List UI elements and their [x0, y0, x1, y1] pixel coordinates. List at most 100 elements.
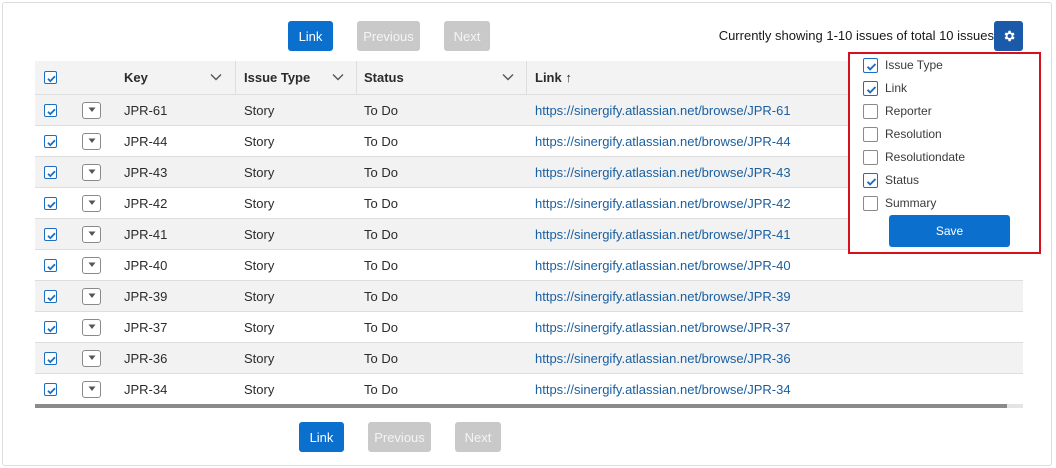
- column-header-label: Key: [124, 70, 148, 85]
- issue-link[interactable]: https://sinergify.atlassian.net/browse/J…: [535, 188, 791, 218]
- checkbox-icon[interactable]: [863, 126, 878, 142]
- table-row[interactable]: JPR-39 Story To Do https://sinergify.atlass…: [35, 281, 1023, 312]
- issue-link[interactable]: https://sinergify.atlassian.net/browse/J…: [535, 312, 791, 342]
- row-checkbox[interactable]: [44, 157, 57, 187]
- column-header-status[interactable]: Status: [364, 61, 526, 94]
- horizontal-scrollbar[interactable]: [35, 404, 1007, 408]
- column-settings-button[interactable]: [994, 21, 1023, 51]
- caret-down-icon: [88, 107, 95, 112]
- checkbox-icon[interactable]: [863, 80, 878, 96]
- row-actions-button[interactable]: [82, 188, 101, 218]
- issue-status: To Do: [364, 133, 398, 149]
- column-option-label: Reporter: [885, 104, 932, 118]
- issue-link[interactable]: https://sinergify.atlassian.net/browse/J…: [535, 281, 791, 311]
- issue-type: Story: [244, 350, 275, 366]
- row-actions-button[interactable]: [82, 250, 101, 280]
- issue-key: JPR-37: [124, 319, 168, 335]
- checkbox-icon: [44, 196, 57, 210]
- chevron-down-icon[interactable]: [332, 72, 344, 82]
- table-row[interactable]: JPR-34 Story To Do https://sinergify.atlass…: [35, 374, 1023, 405]
- row-actions-button[interactable]: [82, 281, 101, 311]
- issue-link[interactable]: https://sinergify.atlassian.net/browse/J…: [535, 95, 791, 125]
- column-divider: [526, 61, 527, 94]
- row-checkbox[interactable]: [44, 312, 57, 342]
- issue-type: Story: [244, 102, 275, 118]
- issue-link[interactable]: https://sinergify.atlassian.net/browse/J…: [535, 157, 791, 187]
- checkbox-icon[interactable]: [863, 57, 878, 73]
- table-row[interactable]: JPR-37 Story To Do https://sinergify.atlass…: [35, 312, 1023, 343]
- issue-type: Story: [244, 195, 275, 211]
- caret-down-icon: [88, 169, 95, 174]
- link-button-bottom[interactable]: Link: [299, 422, 344, 452]
- row-actions-button[interactable]: [82, 219, 101, 249]
- issue-key: JPR-44: [124, 133, 168, 149]
- issue-status: To Do: [364, 226, 398, 242]
- column-option[interactable]: Status: [863, 170, 919, 190]
- issue-status: To Do: [364, 319, 398, 335]
- row-checkbox[interactable]: [44, 188, 57, 218]
- row-checkbox[interactable]: [44, 250, 57, 280]
- checkbox-icon: [44, 71, 57, 84]
- next-button-bottom[interactable]: Next: [455, 422, 501, 452]
- chevron-down-icon[interactable]: [210, 72, 222, 82]
- issue-status: To Do: [364, 102, 398, 118]
- row-actions-button[interactable]: [82, 312, 101, 342]
- issue-type: Story: [244, 288, 275, 304]
- caret-down-icon: [88, 293, 95, 298]
- checkbox-icon: [44, 382, 57, 396]
- row-checkbox[interactable]: [44, 281, 57, 311]
- results-count-text: Currently showing 1-10 issues of total 1…: [718, 28, 994, 43]
- row-checkbox[interactable]: [44, 95, 57, 125]
- column-option[interactable]: Issue Type: [863, 55, 943, 75]
- checkbox-icon[interactable]: [863, 172, 878, 188]
- row-checkbox[interactable]: [44, 219, 57, 249]
- issue-type: Story: [244, 319, 275, 335]
- row-actions-button[interactable]: [82, 95, 101, 125]
- column-option-label: Link: [885, 81, 908, 95]
- column-option-label: Resolution: [885, 127, 942, 141]
- row-checkbox[interactable]: [44, 126, 57, 156]
- column-header-link[interactable]: Link ↑: [535, 61, 835, 94]
- row-checkbox[interactable]: [44, 374, 57, 404]
- chevron-down-icon[interactable]: [502, 72, 514, 82]
- link-button-top[interactable]: Link: [288, 21, 333, 51]
- column-option[interactable]: Summary: [863, 193, 936, 213]
- previous-button-top[interactable]: Previous: [357, 21, 420, 51]
- row-actions-button[interactable]: [82, 374, 101, 404]
- row-checkbox[interactable]: [44, 343, 57, 373]
- issue-link[interactable]: https://sinergify.atlassian.net/browse/J…: [535, 374, 791, 404]
- column-option[interactable]: Resolution: [863, 124, 942, 144]
- issue-type: Story: [244, 257, 275, 273]
- save-button[interactable]: Save: [889, 215, 1010, 247]
- row-actions-button[interactable]: [82, 343, 101, 373]
- table-row[interactable]: JPR-36 Story To Do https://sinergify.atlass…: [35, 343, 1023, 374]
- column-option[interactable]: Resolutiondate: [863, 147, 965, 167]
- row-actions-button[interactable]: [82, 126, 101, 156]
- caret-down-icon: [88, 231, 95, 236]
- caret-down-icon: [88, 200, 95, 205]
- issue-link[interactable]: https://sinergify.atlassian.net/browse/J…: [535, 250, 791, 280]
- checkbox-icon: [44, 258, 57, 272]
- column-header-key[interactable]: Key: [124, 61, 234, 94]
- checkbox-icon[interactable]: [863, 103, 878, 119]
- issue-key: JPR-43: [124, 164, 168, 180]
- select-all-checkbox[interactable]: [44, 61, 57, 94]
- checkbox-icon[interactable]: [863, 149, 878, 165]
- table-row[interactable]: JPR-40 Story To Do https://sinergify.atlass…: [35, 250, 1023, 281]
- column-option[interactable]: Link: [863, 78, 907, 98]
- scrollbar-track: [1007, 404, 1023, 408]
- previous-button-bottom[interactable]: Previous: [368, 422, 431, 452]
- row-actions-button[interactable]: [82, 157, 101, 187]
- column-header-issue-type[interactable]: Issue Type: [244, 61, 356, 94]
- issue-status: To Do: [364, 195, 398, 211]
- issue-link[interactable]: https://sinergify.atlassian.net/browse/J…: [535, 126, 791, 156]
- caret-down-icon: [88, 138, 95, 143]
- issue-type: Story: [244, 226, 275, 242]
- checkbox-icon[interactable]: [863, 195, 878, 211]
- issue-type: Story: [244, 164, 275, 180]
- column-option[interactable]: Reporter: [863, 101, 932, 121]
- caret-down-icon: [88, 386, 95, 391]
- issue-link[interactable]: https://sinergify.atlassian.net/browse/J…: [535, 219, 791, 249]
- issue-link[interactable]: https://sinergify.atlassian.net/browse/J…: [535, 343, 791, 373]
- next-button-top[interactable]: Next: [444, 21, 490, 51]
